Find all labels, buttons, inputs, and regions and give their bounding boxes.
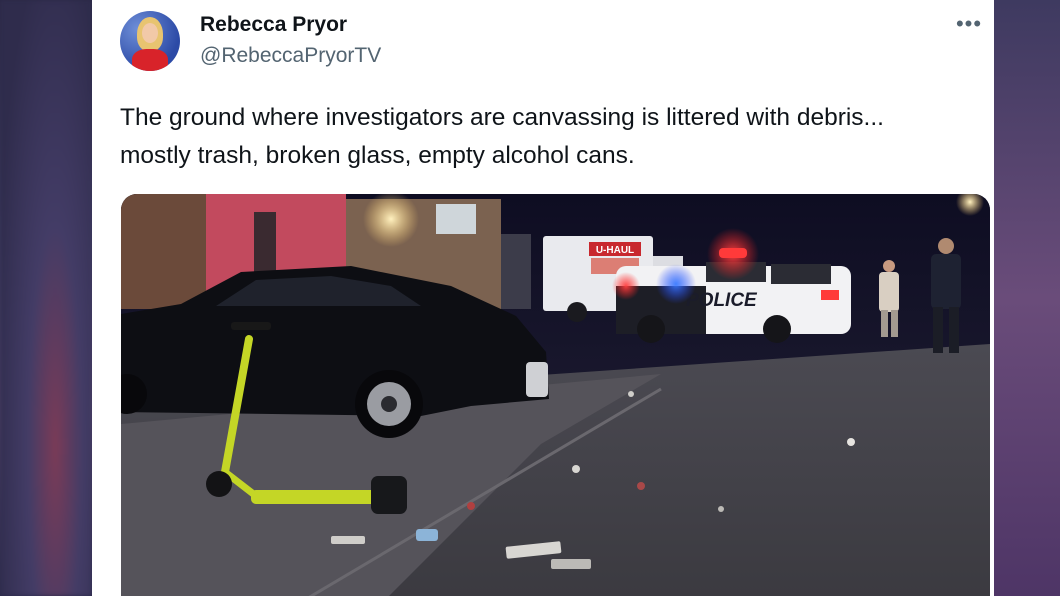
background-blur-left [0,0,92,596]
avatar[interactable] [120,11,180,71]
truck-label: U-HAUL [596,245,634,256]
building-window [436,204,476,234]
tweet-text-line-1: The ground where investigators are canva… [120,104,884,131]
building-far [501,234,531,309]
avatar-dress [132,49,168,71]
tweet-media-photo[interactable]: U-HAUL POLICE [121,194,990,596]
background-blur-right [994,0,1060,596]
tweet-card: Rebecca Pryor @RebeccaPryorTV ••• The gr… [92,0,994,596]
author-name[interactable]: Rebecca Pryor [200,13,347,37]
building-left [121,194,211,309]
tweet-text-line-2: mostly trash, broken glass, empty alcoho… [120,142,635,169]
author-handle[interactable]: @RebeccaPryorTV [200,44,381,68]
police-label: POLICE [686,290,758,311]
more-options-icon[interactable]: ••• [952,10,986,38]
tweet-text: The ground where investigators are canva… [120,99,980,175]
avatar-face [142,23,158,43]
building-door [254,212,276,272]
